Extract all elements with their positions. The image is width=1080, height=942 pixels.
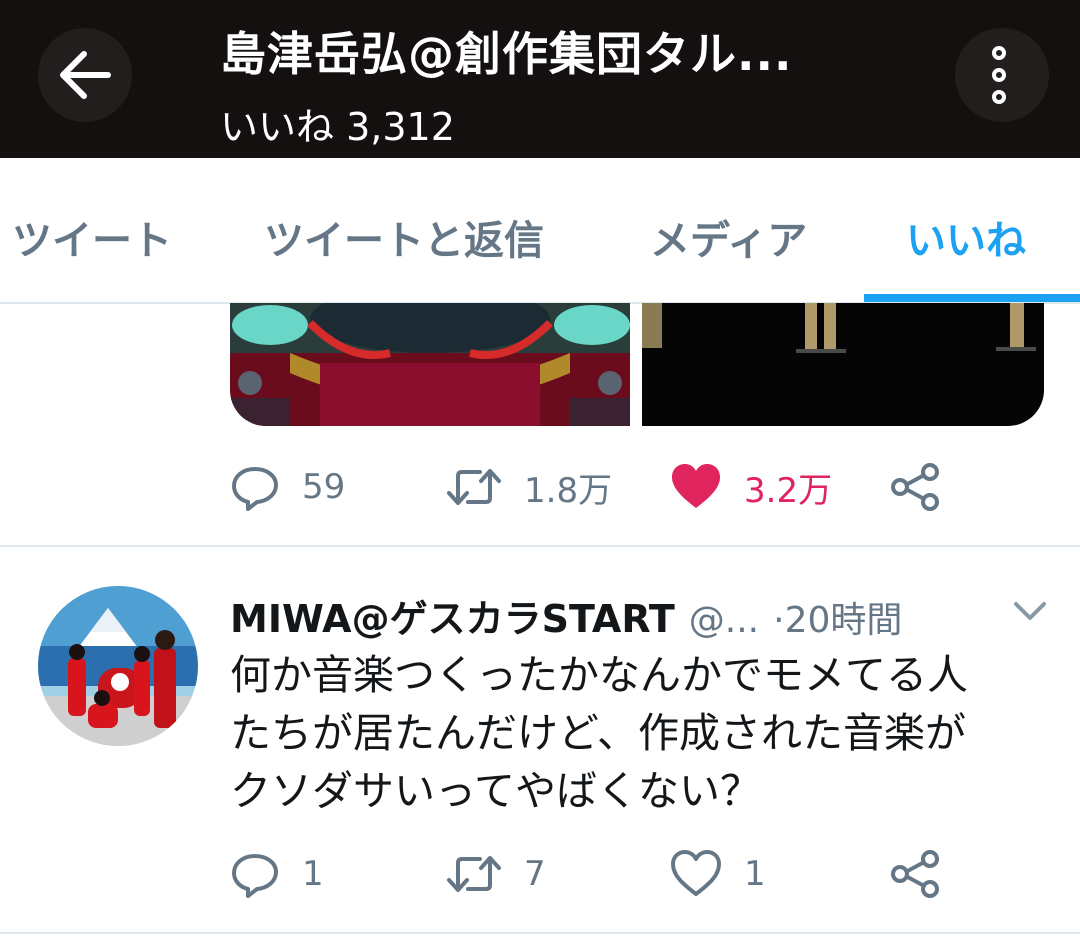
share-button[interactable] <box>890 462 940 512</box>
reply-count: 1 <box>302 854 324 894</box>
retweet-icon <box>447 856 501 892</box>
tweet-menu-button[interactable] <box>1012 598 1048 628</box>
tweet-divider <box>0 545 1080 547</box>
reply-icon <box>232 854 278 898</box>
profile-name-title: 島津岳弘@創作集団タル... <box>220 27 793 81</box>
reply-icon <box>232 467 278 511</box>
tweet-actions-1: 59 1.8万 3.2万 <box>0 458 1080 518</box>
tab-tweets[interactable]: ツイート <box>12 208 172 266</box>
like-button[interactable]: 3.2万 <box>670 462 832 512</box>
tweet-divider <box>0 932 1080 934</box>
chevron-down-icon <box>1014 602 1046 620</box>
tweet-header: MIWA@ゲスカラSTART @... ·20時間 <box>230 588 903 641</box>
like-button[interactable]: 1 <box>670 849 766 899</box>
tweet-text-line: たちが居たんだけど、作成された音楽が <box>230 709 966 757</box>
tweet-actions-2: 1 7 1 <box>0 845 1080 905</box>
tab-likes[interactable]: いいね <box>906 208 1026 266</box>
back-button[interactable] <box>38 28 132 122</box>
more-options-button[interactable] <box>955 28 1049 122</box>
reply-button[interactable]: 59 <box>230 462 345 512</box>
tab-media[interactable]: メディア <box>650 208 807 266</box>
like-count: 3.2万 <box>744 470 833 511</box>
tweet-text: 何か音楽つくったかなんかでモメてる人 たちが居たんだけど、作成された音楽が クソ… <box>230 646 1050 820</box>
reply-count: 59 <box>302 467 346 507</box>
tab-tweets-and-replies[interactable]: ツイートと返信 <box>264 208 544 266</box>
share-icon <box>891 850 939 898</box>
retweet-icon <box>447 469 501 505</box>
retweet-button[interactable]: 1.8万 <box>446 462 612 512</box>
username-handle[interactable]: @... <box>689 600 759 641</box>
like-count: 1 <box>744 854 766 894</box>
share-button[interactable] <box>890 849 940 899</box>
tweet-text-line: クソダサいってやばくない？ <box>230 767 761 815</box>
app-header: 島津岳弘@創作集団タル... いいね 3,312 <box>0 0 1080 158</box>
retweet-button[interactable]: 7 <box>446 849 546 899</box>
avatar[interactable] <box>38 586 198 746</box>
tweet-text-line: 何か音楽つくったかなんかでモメてる人 <box>230 651 968 699</box>
timestamp[interactable]: 20時間 <box>785 600 903 641</box>
retweet-count: 7 <box>524 854 546 894</box>
tweet-media-image-2[interactable] <box>642 303 1044 426</box>
arrow-left-icon <box>60 51 111 99</box>
display-name[interactable]: MIWA@ゲスカラSTART <box>230 597 675 641</box>
reply-button[interactable]: 1 <box>230 849 324 899</box>
retweet-count: 1.8万 <box>524 470 613 511</box>
active-tab-indicator <box>864 294 1080 302</box>
separator-dot: · <box>773 600 785 641</box>
heart-outline-icon <box>671 850 721 896</box>
likes-count-subtitle: いいね 3,312 <box>220 105 455 149</box>
tweet-media-image-1[interactable] <box>230 303 630 426</box>
profile-tabs: ツイート ツイートと返信 メディア いいね <box>0 158 1080 304</box>
share-icon <box>891 463 939 511</box>
tweet-media-grid <box>230 303 1044 426</box>
heart-filled-icon <box>672 464 720 508</box>
